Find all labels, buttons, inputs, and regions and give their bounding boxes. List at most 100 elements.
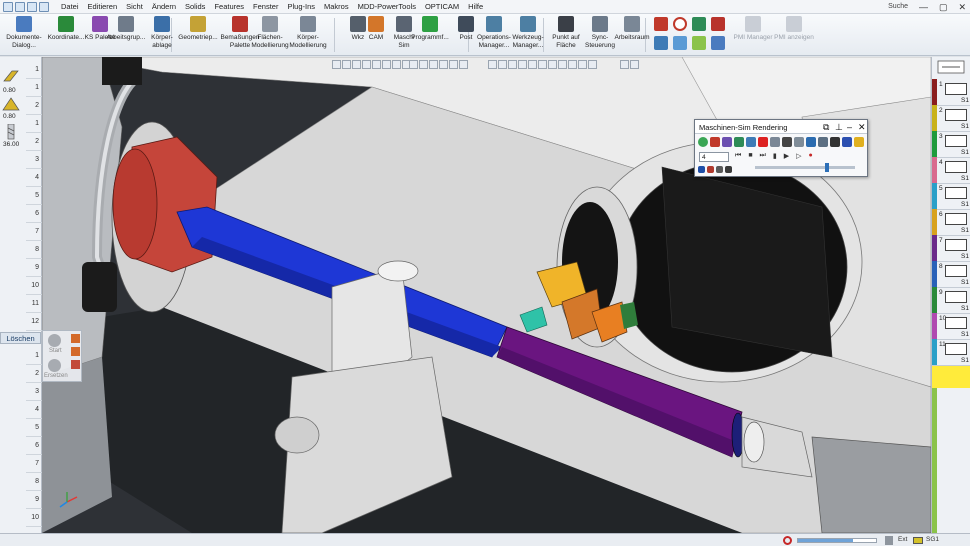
turret-station-8[interactable]: 8 S1 (932, 261, 970, 288)
pmi-manager-button[interactable]: PMI Manager (733, 16, 773, 42)
view-icon[interactable] (654, 36, 668, 50)
menu-item-sicht[interactable]: Sicht (126, 2, 143, 11)
view-mode-icon[interactable] (746, 137, 756, 147)
sim-panel-titlebar[interactable]: Maschinen-Sim Rendering ⧉ ⊥ – ✕ (695, 120, 867, 134)
stop-icon[interactable]: ■ (748, 152, 752, 160)
collision-icon[interactable] (716, 166, 723, 173)
tool-manager-button[interactable]: Werkzeug- Manager... (508, 16, 548, 49)
menu-item-features[interactable]: Features (214, 2, 244, 11)
step-input[interactable]: 4 (699, 152, 729, 162)
color-palette-icon[interactable] (722, 137, 732, 147)
machine-icon[interactable] (734, 137, 744, 147)
turret-station-10[interactable]: 10 S1 (932, 313, 970, 340)
start-icon[interactable] (48, 334, 61, 347)
axis-icon[interactable] (711, 36, 725, 50)
trash-icon[interactable] (885, 536, 893, 545)
view-toolbar-1[interactable] (332, 60, 411, 70)
assembly-icon[interactable] (654, 17, 668, 31)
play-icon[interactable]: ▶ (784, 152, 789, 160)
palette-icon[interactable] (707, 166, 714, 173)
measure-icon[interactable] (692, 36, 706, 50)
station-spindle-label: S1 (961, 123, 969, 130)
turret-station-4[interactable]: 4 S1 (932, 157, 970, 184)
search-box[interactable]: Suche (888, 3, 908, 10)
open-folder-icon[interactable] (854, 137, 864, 147)
refresh-icon[interactable] (698, 137, 708, 147)
record-icon[interactable]: ● (809, 152, 813, 160)
menu-item-makros[interactable]: Makros (324, 2, 349, 11)
menu-item-datei[interactable]: Datei (61, 2, 79, 11)
turret-station-11[interactable]: 11 S1 (932, 339, 970, 366)
turret-station-5[interactable]: 5 S1 (932, 183, 970, 210)
tool-a-icon[interactable] (71, 334, 80, 343)
maximize-icon[interactable]: ▢ (939, 2, 948, 13)
solid-modeling-button[interactable]: Körper- Modellierung (288, 16, 328, 49)
insert-tool-icon[interactable] (2, 69, 20, 83)
close-icon[interactable]: ✕ (958, 2, 966, 13)
redo-icon[interactable] (27, 1, 37, 12)
lock-icon[interactable] (782, 137, 792, 147)
workspace-button[interactable]: Arbeitsraum (612, 16, 652, 42)
menu-item-ändern[interactable]: Ändern (152, 2, 176, 11)
dock-icon[interactable]: ⧉ (823, 122, 829, 133)
program-check-button[interactable]: Programmf... (410, 16, 450, 42)
zoom-icon[interactable] (818, 137, 828, 147)
stop-sim-icon[interactable] (783, 536, 792, 545)
save-icon[interactable] (3, 1, 13, 12)
target-icon[interactable] (673, 17, 687, 31)
explode-icon[interactable] (692, 17, 706, 31)
skip-forward-icon[interactable]: ⏭ (760, 152, 766, 160)
turret-station-1[interactable]: 1 S1 (932, 79, 970, 106)
close-panel-icon[interactable]: ✕ (858, 122, 866, 133)
body-storage-button[interactable]: Körper-ablage (142, 16, 182, 49)
view-toolbar-2[interactable] (409, 60, 468, 70)
replace-icon[interactable] (48, 359, 61, 372)
triangle-insert-icon[interactable] (2, 97, 20, 111)
speed-slider[interactable] (755, 163, 855, 172)
menu-item-opticam[interactable]: OPTICAM (425, 2, 459, 11)
view-toolbar-3[interactable] (488, 60, 597, 70)
menu-item-hilfe[interactable]: Hilfe (468, 2, 483, 11)
folder-icon[interactable] (39, 1, 49, 12)
speed-slider-knob[interactable] (825, 163, 829, 172)
menu-item-fenster[interactable]: Fenster (253, 2, 278, 11)
surface-modeling-button[interactable]: Flächen- Modellierung (250, 16, 290, 49)
delete-button[interactable]: Löschen (0, 332, 41, 344)
cube-icon[interactable] (842, 137, 852, 147)
tool-holder-icon (945, 317, 967, 329)
geometry-palette-button[interactable]: Geometriep... (178, 16, 218, 42)
step-back-icon[interactable]: ⏮ (735, 152, 741, 160)
view-toolbar-4[interactable] (620, 60, 639, 70)
minimize-panel-icon[interactable]: – (847, 122, 852, 132)
chart-icon[interactable] (806, 137, 816, 147)
edit-icon[interactable] (673, 36, 687, 50)
workgroup-button[interactable]: Arbeitsgrup... (106, 16, 146, 42)
list-icon[interactable] (794, 137, 804, 147)
connect-icon[interactable] (711, 17, 725, 31)
stock-icon[interactable] (770, 137, 780, 147)
document-button[interactable]: Dokumente- Dialog... (4, 16, 44, 49)
minimize-icon[interactable]: — (919, 2, 928, 13)
turret-station-3[interactable]: 3 S1 (932, 131, 970, 158)
settings-icon[interactable] (725, 166, 732, 173)
turret-station-9[interactable]: 9 S1 (932, 287, 970, 314)
single-step-icon[interactable]: ▮ (773, 152, 777, 160)
tool-c-icon[interactable] (71, 360, 80, 369)
material-icon[interactable] (698, 166, 705, 173)
drill-icon[interactable] (2, 123, 20, 140)
menu-item-mdd-powertools[interactable]: MDD-PowerTools (358, 2, 416, 11)
menu-item-editieren[interactable]: Editieren (88, 2, 118, 11)
menu-item-solids[interactable]: Solids (185, 2, 205, 11)
pin-icon[interactable]: ⊥ (835, 122, 843, 133)
turret-station-2[interactable]: 2 S1 (932, 105, 970, 132)
turret-station-6[interactable]: 6 S1 (932, 209, 970, 236)
tool-b-icon[interactable] (71, 347, 80, 356)
check-icon[interactable] (758, 137, 768, 147)
undo-icon[interactable] (15, 1, 25, 12)
menu-item-plug-ins[interactable]: Plug-Ins (287, 2, 315, 11)
camera-icon[interactable] (830, 137, 840, 147)
fast-forward-icon[interactable]: ▷ (796, 152, 801, 160)
turret-station-7[interactable]: 7 S1 (932, 235, 970, 262)
layers-icon[interactable] (710, 137, 720, 147)
pmi-show-button[interactable]: PMI anzeigen (774, 16, 814, 42)
